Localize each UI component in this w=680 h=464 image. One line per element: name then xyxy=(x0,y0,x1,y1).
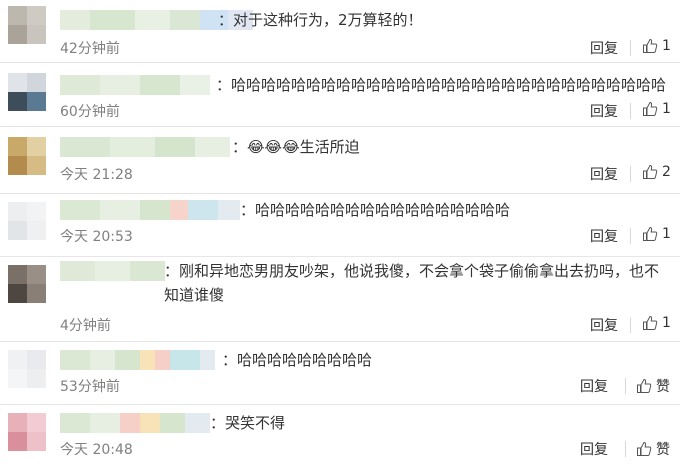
username-blurred[interactable] xyxy=(60,261,165,281)
thumbs-up-icon xyxy=(643,164,658,179)
reply-button[interactable]: 回复 xyxy=(590,38,618,58)
comment-item: ：哈哈哈哈哈哈哈哈哈 53分钟前 回复 赞 xyxy=(0,342,680,404)
like-count: 1 xyxy=(662,38,671,54)
avatar[interactable] xyxy=(8,202,46,240)
comment-text: ：😂😂😂生活所迫 xyxy=(232,137,360,157)
comment-item: ：刚和异地恋男朋友吵架，他说我傻，不会拿个袋子偷偷拿出去扔吗，也不知道谁傻 4分… xyxy=(0,257,680,341)
like-button[interactable]: 1 xyxy=(642,38,671,54)
avatar[interactable] xyxy=(8,265,46,303)
comment-body: 生活所迫 xyxy=(299,138,360,156)
comment-time: 4分钟前 xyxy=(60,318,111,334)
comment-time: 53分钟前 xyxy=(60,379,120,395)
comment-time: 今天 21:28 xyxy=(60,167,133,183)
like-count: 赞 xyxy=(656,379,670,395)
divider xyxy=(630,166,631,182)
like-count: 1 xyxy=(662,101,671,117)
comment-text: ：哭笑不得 xyxy=(210,414,286,432)
reply-button[interactable]: 回复 xyxy=(590,101,618,121)
thumbs-up-icon xyxy=(637,378,652,393)
emoji: 😂😂😂 xyxy=(247,138,300,156)
thumbs-up-icon xyxy=(643,226,658,241)
comment-prefix: ： xyxy=(232,138,248,156)
comment-text: ：哈哈哈哈哈哈哈哈哈 xyxy=(222,351,373,369)
comment-time: 今天 20:48 xyxy=(60,442,133,458)
comment-item: ：哭笑不得 今天 20:48 回复 赞 xyxy=(0,405,680,464)
like-button[interactable]: 2 xyxy=(642,164,671,180)
comment-time: 42分钟前 xyxy=(60,41,120,57)
reply-button[interactable]: 回复 xyxy=(580,439,608,459)
like-count: 赞 xyxy=(656,442,670,458)
like-button[interactable]: 1 xyxy=(642,101,671,117)
comment-text: ：对于这种行为，2万算轻的！ xyxy=(218,11,423,29)
thumbs-up-icon xyxy=(637,441,652,456)
like-button[interactable]: 赞 xyxy=(636,439,670,459)
avatar[interactable] xyxy=(8,413,46,451)
avatar[interactable] xyxy=(8,6,46,44)
username-blurred[interactable] xyxy=(60,137,230,157)
thumbs-up-icon xyxy=(643,315,658,330)
comment-item: ：😂😂😂生活所迫 今天 21:28 回复 2 xyxy=(0,127,680,193)
divider xyxy=(625,441,626,457)
username-blurred[interactable] xyxy=(60,413,210,433)
comment-text: ：哈哈哈哈哈哈哈哈哈哈哈哈哈哈哈哈哈哈哈哈哈哈哈哈哈哈哈哈哈 xyxy=(216,76,667,94)
divider xyxy=(630,317,631,333)
comment-item: ：哈哈哈哈哈哈哈哈哈哈哈哈哈哈哈哈哈 今天 20:53 回复 1 xyxy=(0,194,680,256)
avatar[interactable] xyxy=(8,350,46,388)
comment-time: 60分钟前 xyxy=(60,104,120,120)
username-blurred[interactable] xyxy=(60,75,210,95)
like-count: 1 xyxy=(662,315,671,331)
like-count: 2 xyxy=(662,164,671,180)
reply-button[interactable]: 回复 xyxy=(580,376,608,396)
divider xyxy=(630,103,631,119)
reply-button[interactable]: 回复 xyxy=(590,164,618,184)
divider xyxy=(630,228,631,244)
comment-text: ：刚和异地恋男朋友吵架，他说我傻，不会拿个袋子偷偷拿出去扔吗，也不知道谁傻 xyxy=(164,262,660,304)
comment-time: 今天 20:53 xyxy=(60,229,133,245)
divider xyxy=(630,40,631,56)
avatar[interactable] xyxy=(8,73,46,111)
thumbs-up-icon xyxy=(643,38,658,53)
like-button[interactable]: 1 xyxy=(642,315,671,331)
username-blurred[interactable] xyxy=(60,350,215,370)
avatar[interactable] xyxy=(8,137,46,175)
divider xyxy=(625,378,626,394)
comment-text: ：哈哈哈哈哈哈哈哈哈哈哈哈哈哈哈哈哈 xyxy=(240,201,511,219)
reply-button[interactable]: 回复 xyxy=(590,315,618,335)
comment-item: ：对于这种行为，2万算轻的！ 42分钟前 回复 1 xyxy=(0,0,680,62)
like-button[interactable]: 赞 xyxy=(636,376,670,396)
thumbs-up-icon xyxy=(643,101,658,116)
reply-button[interactable]: 回复 xyxy=(590,226,618,246)
like-button[interactable]: 1 xyxy=(642,226,671,242)
username-blurred[interactable] xyxy=(60,200,240,220)
like-count: 1 xyxy=(662,226,671,242)
comment-item: ：哈哈哈哈哈哈哈哈哈哈哈哈哈哈哈哈哈哈哈哈哈哈哈哈哈哈哈哈哈 60分钟前 回复 … xyxy=(0,63,680,125)
